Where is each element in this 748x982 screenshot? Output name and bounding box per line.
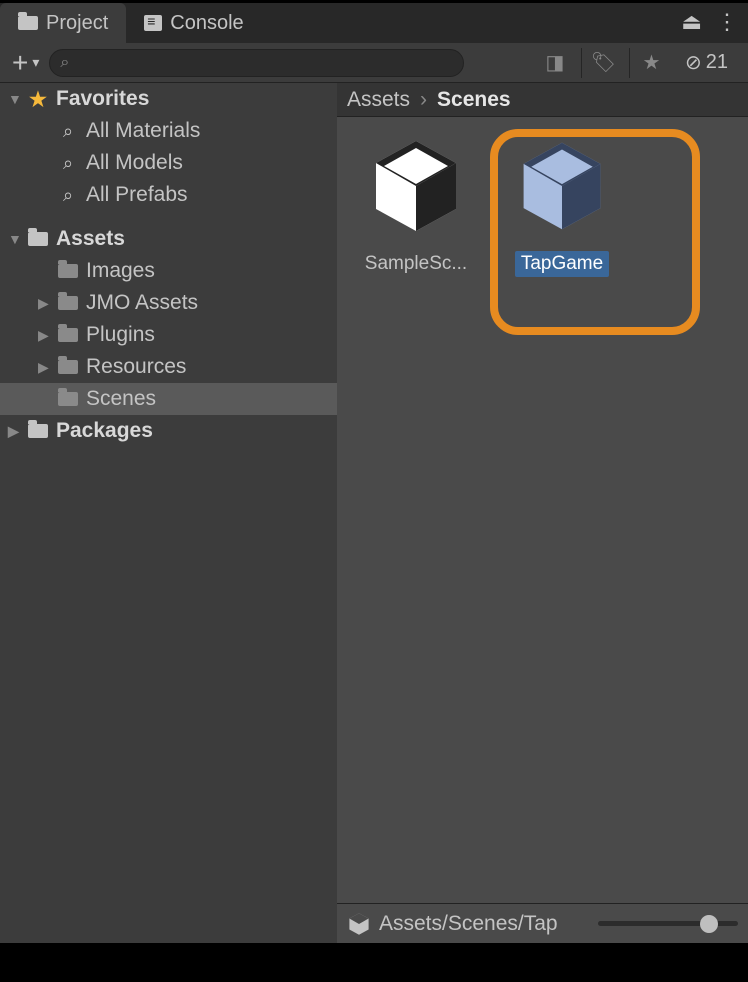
- tab-bar: Project Console ⏏ ⋮: [0, 3, 748, 43]
- expand-icon[interactable]: ▼: [8, 91, 26, 107]
- search-by-type-button[interactable]: ◨: [533, 48, 577, 78]
- sidebar-item-all-materials[interactable]: ⌕ All Materials: [0, 115, 337, 147]
- sidebar-tree: ▼ ★ Favorites ⌕ All Materials ⌕ All Mode…: [0, 83, 337, 943]
- sidebar-item-label: All Materials: [86, 119, 200, 143]
- asset-item-samplescene[interactable]: SampleSc...: [351, 131, 481, 889]
- star-icon: ★: [29, 87, 47, 112]
- expand-icon[interactable]: ▶: [38, 327, 56, 344]
- lock-icon[interactable]: ⏏: [681, 9, 702, 35]
- folder-icon: [58, 328, 78, 342]
- search-input[interactable]: [75, 54, 453, 72]
- sidebar-item-plugins[interactable]: ▶ Plugins: [0, 319, 337, 351]
- asset-label: SampleSc...: [359, 251, 473, 277]
- add-button[interactable]: +▾: [12, 47, 39, 79]
- search-icon: ⌕: [60, 54, 69, 72]
- sidebar-item-label: Scenes: [86, 387, 156, 411]
- search-field[interactable]: ⌕: [49, 49, 464, 77]
- breadcrumb-current[interactable]: Scenes: [437, 88, 511, 112]
- slider-knob[interactable]: [700, 915, 718, 933]
- folder-icon: [58, 264, 78, 278]
- sidebar-item-images[interactable]: Images: [0, 255, 337, 287]
- favorites-label: Favorites: [56, 87, 149, 111]
- search-by-label-button[interactable]: 🏷: [581, 48, 625, 78]
- status-bar: Assets/Scenes/Tap: [337, 903, 748, 943]
- sidebar-item-scenes[interactable]: Scenes: [0, 383, 337, 415]
- hidden-items-toggle[interactable]: ⊘ 21: [677, 50, 736, 75]
- favorite-button[interactable]: ★: [629, 48, 673, 78]
- tab-label: Console: [170, 12, 243, 35]
- folder-icon: [58, 392, 78, 406]
- unity-icon: [347, 912, 371, 936]
- expand-icon[interactable]: ▼: [8, 231, 26, 247]
- project-icon: [18, 16, 38, 30]
- tab-console[interactable]: Console: [126, 3, 261, 43]
- search-icon: ⌕: [56, 153, 80, 174]
- tab-label: Project: [46, 12, 108, 35]
- folder-icon: [28, 232, 48, 246]
- sidebar-item-jmo-assets[interactable]: ▶ JMO Assets: [0, 287, 337, 319]
- asset-label: TapGame: [515, 251, 609, 277]
- sidebar-item-label: Resources: [86, 355, 186, 379]
- breadcrumb-root[interactable]: Assets: [347, 88, 410, 112]
- packages-label: Packages: [56, 419, 153, 443]
- chevron-right-icon: ›: [420, 88, 427, 112]
- thumbnail-size-slider[interactable]: [598, 921, 738, 926]
- sidebar-item-resources[interactable]: ▶ Resources: [0, 351, 337, 383]
- folder-icon: [58, 296, 78, 310]
- packages-header[interactable]: ▶ Packages: [0, 415, 337, 447]
- sidebar-item-label: All Models: [86, 151, 183, 175]
- expand-icon[interactable]: ▶: [38, 359, 56, 376]
- dropdown-icon: ▾: [32, 54, 39, 71]
- favorites-header[interactable]: ▼ ★ Favorites: [0, 83, 337, 115]
- asset-grid: SampleSc... TapGame: [337, 117, 748, 903]
- assets-header[interactable]: ▼ Assets: [0, 223, 337, 255]
- tab-project[interactable]: Project: [0, 3, 126, 43]
- breadcrumb: Assets › Scenes: [337, 83, 748, 117]
- console-icon: [144, 15, 162, 31]
- sidebar-item-all-prefabs[interactable]: ⌕ All Prefabs: [0, 179, 337, 211]
- expand-icon[interactable]: ▶: [38, 295, 56, 312]
- sidebar-item-label: Images: [86, 259, 155, 283]
- sidebar-item-label: Plugins: [86, 323, 155, 347]
- content-area: Assets › Scenes SampleSc...: [337, 83, 748, 943]
- asset-item-tapgame[interactable]: TapGame: [497, 131, 627, 889]
- sidebar-item-all-models[interactable]: ⌕ All Models: [0, 147, 337, 179]
- toolbar: +▾ ⌕ ◨ 🏷 ★ ⊘ 21: [0, 43, 748, 83]
- kebab-menu-icon[interactable]: ⋮: [716, 9, 738, 35]
- sidebar-item-label: JMO Assets: [86, 291, 198, 315]
- asset-path: Assets/Scenes/Tap: [379, 912, 590, 936]
- hidden-count-value: 21: [706, 51, 728, 74]
- sidebar-item-label: All Prefabs: [86, 183, 188, 207]
- folder-icon: [58, 360, 78, 374]
- unity-scene-icon: [361, 131, 471, 241]
- folder-icon: [28, 424, 48, 438]
- unity-scene-icon: [507, 131, 617, 241]
- expand-icon[interactable]: ▶: [8, 423, 26, 440]
- search-icon: ⌕: [56, 121, 80, 142]
- eye-off-icon: ⊘: [685, 50, 702, 75]
- search-icon: ⌕: [56, 185, 80, 206]
- assets-label: Assets: [56, 227, 125, 251]
